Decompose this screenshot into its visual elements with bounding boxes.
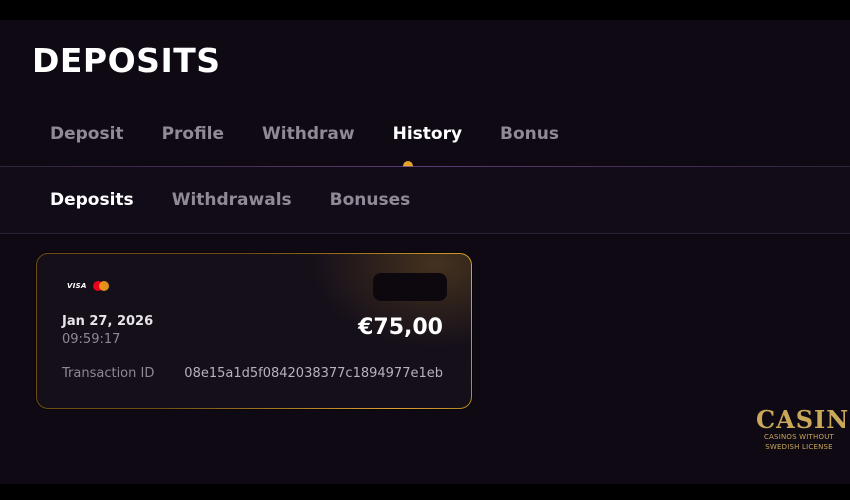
tab-profile[interactable]: Profile — [162, 124, 224, 144]
subtab-deposits[interactable]: Deposits — [50, 190, 134, 210]
status-badge — [373, 273, 447, 301]
transaction-card[interactable]: VISA Jan 27, 2026 09:59:17 €75,00 Transa… — [36, 253, 472, 409]
subtab-withdrawals[interactable]: Withdrawals — [172, 190, 292, 210]
app-screen: DEPOSITS Deposit Profile Withdraw Histor… — [0, 20, 850, 484]
subtab-bonuses[interactable]: Bonuses — [330, 190, 411, 210]
page-title: DEPOSITS — [32, 41, 221, 80]
transaction-id-value: 08e15a1d5f0842038377c1894977e1eb — [184, 366, 443, 381]
history-subtabs: Deposits Withdrawals Bonuses — [50, 190, 448, 210]
tab-bonus[interactable]: Bonus — [500, 124, 559, 144]
transaction-amount: €75,00 — [358, 315, 443, 340]
transaction-time: 09:59:17 — [62, 332, 121, 347]
tab-deposit[interactable]: Deposit — [50, 124, 124, 144]
watermark-title: CASINOS — [756, 405, 850, 434]
subtabs-divider — [0, 233, 850, 234]
letterbox-top — [0, 0, 850, 20]
tab-withdraw[interactable]: Withdraw — [262, 124, 355, 144]
transaction-date: Jan 27, 2026 — [62, 314, 154, 329]
watermark-subtitle-2: SWEDISH LICENSE — [765, 442, 833, 451]
tab-history[interactable]: History — [393, 124, 462, 144]
main-tabs: Deposit Profile Withdraw History Bonus — [50, 124, 597, 144]
watermark-logo: CASINOS CASINOS WITHOUT SWEDISH LICENSE — [756, 405, 850, 484]
payment-method-logos: VISA — [67, 281, 109, 291]
letterbox-bottom — [0, 484, 850, 500]
mastercard-icon — [92, 281, 109, 291]
watermark-subtitle-1: CASINOS WITHOUT — [763, 433, 835, 441]
visa-icon: VISA — [67, 282, 87, 290]
transaction-id-label: Transaction ID — [62, 366, 155, 381]
